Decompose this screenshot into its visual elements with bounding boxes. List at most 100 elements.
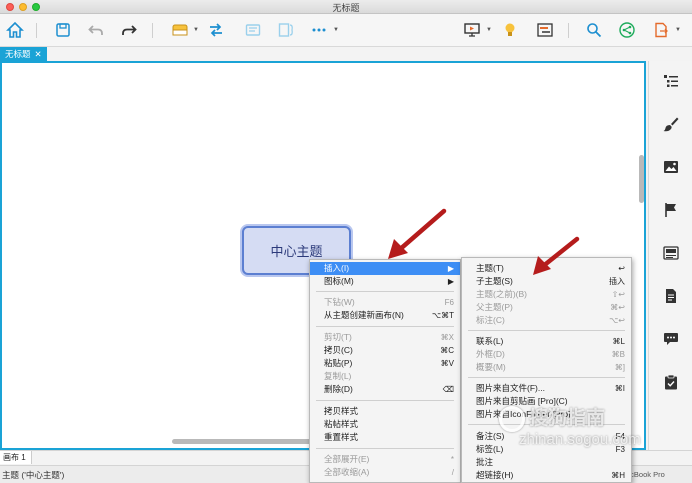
sub-menu-menu-item-11[interactable]: 备注(S) F4 xyxy=(462,430,631,443)
sub-menu-menu-item-13[interactable]: 批注 xyxy=(462,456,631,469)
relationship-button[interactable] xyxy=(205,19,227,41)
menu-item-label: 全部收缩(A) xyxy=(324,467,370,477)
menu-item-label: 重置样式 xyxy=(324,432,359,442)
menu-item-label: 全部展开(E) xyxy=(324,454,370,464)
export-button[interactable] xyxy=(650,19,672,41)
document-tabs: 无标题 ✕ xyxy=(0,47,692,61)
menu-item-label: 主题(T) xyxy=(476,263,504,273)
share-icon xyxy=(619,22,635,38)
menu-item-shortcut: F4 xyxy=(615,432,625,441)
presentation-button[interactable] xyxy=(461,19,483,41)
sub-menu-menu-item-0[interactable]: 主题(T) ↩ xyxy=(462,262,631,275)
ctx-menu-menu-item-6[interactable]: 粘贴(P) ⌘V xyxy=(310,357,460,370)
ctx-menu-menu-item-9[interactable]: 拷贝样式 xyxy=(310,405,460,418)
menu-item-label: 图片来自IconFinder [Pro] xyxy=(476,409,571,419)
sub-menu-menu-item-2[interactable]: 主题(之前)(B) ⇧↩ xyxy=(462,288,631,301)
menu-item-shortcut: ⌫ xyxy=(442,385,454,394)
sub-menu-menu-item-14[interactable]: 超链接(H) ⌘H xyxy=(462,469,631,482)
menu-item-shortcut: ⌘H xyxy=(611,471,625,480)
menu-separator xyxy=(468,424,625,425)
menu-item-shortcut: ⌘↩ xyxy=(610,303,625,312)
close-tab-icon[interactable]: ✕ xyxy=(35,47,42,61)
notes-icon xyxy=(666,289,676,303)
sub-menu-menu-item-7[interactable]: 概要(M) ⌘] xyxy=(462,361,631,374)
topic-style-dropdown-icon[interactable]: ▼ xyxy=(193,27,199,33)
sub-menu-menu-item-3[interactable]: 父主题(P) ⌘↩ xyxy=(462,301,631,314)
ctx-menu-menu-item-10[interactable]: 粘帖样式 xyxy=(310,418,460,431)
home-button[interactable] xyxy=(4,19,26,41)
ctx-menu-menu-item-5[interactable]: 拷贝(C) ⌘C xyxy=(310,344,460,357)
menu-item-shortcut: ⌥⌘T xyxy=(431,311,454,320)
sub-menu-menu-item-5[interactable]: 联系(L) ⌘L xyxy=(462,335,631,348)
save-icon xyxy=(56,23,70,37)
menu-item-shortcut: ⌘L xyxy=(612,337,625,346)
image-panel-button[interactable] xyxy=(663,159,679,175)
gantt-button[interactable] xyxy=(534,19,556,41)
ctx-menu-menu-item-2[interactable]: 下钻(W) F6 xyxy=(310,296,460,309)
right-sidebar xyxy=(648,61,692,450)
ctx-menu-menu-item-12[interactable]: 全部展开(E) * xyxy=(310,453,460,466)
ctx-menu-menu-item-4[interactable]: 剪切(T) ⌘X xyxy=(310,331,460,344)
ctx-menu-menu-item-11[interactable]: 重置样式 xyxy=(310,431,460,444)
save-button[interactable] xyxy=(52,19,74,41)
menu-separator xyxy=(316,448,454,449)
context-menu: 插入(I) ▶ 图标(M) ▶ 下钻(W) F6 从主题创建新画布(N) ⌥⌘T 剪切(T) ⌘X… xyxy=(309,259,461,483)
sub-menu-menu-item-12[interactable]: 标签(L) F3 xyxy=(462,443,631,456)
gantt-icon xyxy=(537,23,553,37)
ctx-menu-menu-item-0[interactable]: 插入(I) ▶ xyxy=(310,262,460,275)
horizontal-scrollbar[interactable] xyxy=(172,439,312,444)
boundary-button[interactable] xyxy=(242,19,264,41)
ctx-menu-menu-item-3[interactable]: 从主题创建新画布(N) ⌥⌘T xyxy=(310,309,460,322)
undo-icon xyxy=(88,25,103,35)
menu-item-shortcut: F3 xyxy=(615,445,625,454)
share-button[interactable] xyxy=(616,19,638,41)
ctx-menu-menu-item-7[interactable]: 复制(L) xyxy=(310,370,460,383)
summary-icon xyxy=(278,23,293,37)
presentation-dropdown-icon[interactable]: ▼ xyxy=(486,27,492,33)
export-dropdown-icon[interactable]: ▼ xyxy=(675,27,681,33)
vertical-scrollbar[interactable] xyxy=(639,155,644,203)
task-panel-button[interactable] xyxy=(663,374,679,390)
menu-separator xyxy=(468,330,625,331)
ctx-menu-menu-item-8[interactable]: 删除(D) ⌫ xyxy=(310,383,460,396)
sub-menu-menu-item-8[interactable]: 图片来自文件(F)... ⌘I xyxy=(462,382,631,395)
sub-menu-menu-item-9[interactable]: 图片来自剪贴画 [Pro](C) xyxy=(462,395,631,408)
tab-untitled[interactable]: 无标题 ✕ xyxy=(0,47,47,61)
redo-icon xyxy=(122,25,137,35)
undo-button[interactable] xyxy=(85,19,107,41)
more-dropdown-icon[interactable]: ▼ xyxy=(333,27,339,33)
flag-icon xyxy=(665,203,676,217)
sub-menu-menu-item-10[interactable]: 图片来自IconFinder [Pro] xyxy=(462,408,631,421)
sheet-tab[interactable]: 画布 1 xyxy=(0,451,32,464)
theme-panel-button[interactable] xyxy=(663,245,679,261)
menu-item-label: 标注(C) xyxy=(476,315,505,325)
format-panel-button[interactable] xyxy=(663,116,679,132)
ctx-menu-menu-item-1[interactable]: 图标(M) ▶ xyxy=(310,275,460,288)
menu-item-label: 插入(I) xyxy=(324,263,350,273)
redo-button[interactable] xyxy=(118,19,140,41)
sub-menu-menu-item-1[interactable]: 子主题(S) 插入 xyxy=(462,275,631,288)
menu-item-shortcut: ↩ xyxy=(618,264,625,273)
more-icon xyxy=(312,28,326,32)
search-button[interactable] xyxy=(583,19,605,41)
notes-panel-button[interactable] xyxy=(663,288,679,304)
menu-item-shortcut: ▶ xyxy=(447,277,454,286)
menu-item-shortcut: ⌘V xyxy=(440,359,454,368)
theme-icon xyxy=(663,246,679,260)
summary-button[interactable] xyxy=(275,19,297,41)
outline-panel-button[interactable] xyxy=(663,73,679,89)
ctx-menu-menu-item-13[interactable]: 全部收缩(A) / xyxy=(310,466,460,479)
menu-item-label: 图标(M) xyxy=(324,276,354,286)
more-button[interactable] xyxy=(308,19,330,41)
sub-menu-menu-item-4[interactable]: 标注(C) ⌥↩ xyxy=(462,314,631,327)
sub-menu-menu-item-6[interactable]: 外框(D) ⌘B xyxy=(462,348,631,361)
topic-style-button[interactable] xyxy=(169,19,191,41)
menu-separator xyxy=(316,400,454,401)
menu-item-shortcut: ⌘C xyxy=(440,346,454,355)
tab-label: 无标题 xyxy=(5,49,31,59)
outline-icon xyxy=(664,75,678,87)
comments-panel-button[interactable] xyxy=(663,331,679,347)
marker-panel-button[interactable] xyxy=(663,202,679,218)
home-icon xyxy=(6,21,24,38)
brainstorm-button[interactable] xyxy=(499,19,521,41)
